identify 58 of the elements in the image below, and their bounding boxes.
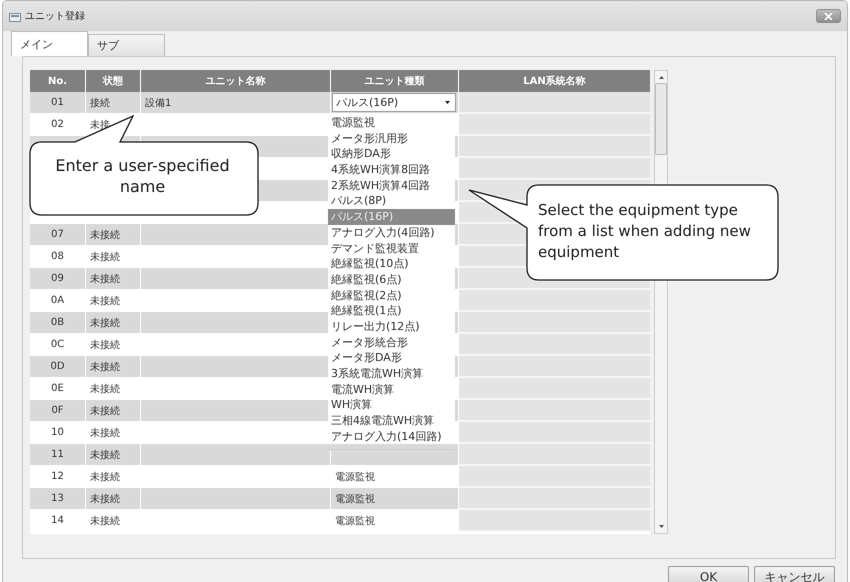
table-cell: 09	[30, 268, 85, 290]
column-header: 状態	[86, 70, 140, 92]
dropdown-option[interactable]: 電源監視	[328, 115, 455, 131]
dropdown-option[interactable]: 4系統WH演算8回路	[328, 162, 455, 178]
dropdown-value: パルス(16P)	[336, 95, 398, 110]
column-header: ユニット種類	[331, 70, 458, 92]
table-cell: 未接続	[86, 488, 140, 510]
dropdown-option[interactable]: 三相4線電流WH演算	[328, 413, 455, 429]
dialog-button[interactable]: OK	[668, 566, 749, 582]
table-cell: 0D	[30, 356, 85, 378]
dropdown-option[interactable]: 絶縁監視(6点)	[328, 272, 455, 288]
table-cell: 0B	[30, 312, 85, 334]
dropdown-option[interactable]: メータ形DA形	[328, 350, 455, 366]
window-title: ユニット登録	[25, 10, 86, 23]
table-cell: 接続	[86, 92, 140, 114]
dropdown-option[interactable]: 絶縁監視(1点)	[328, 303, 455, 319]
dropdown-option[interactable]: アナログ入力(4回路)	[328, 224, 455, 240]
dropdown-option[interactable]: 電流WH演算	[328, 382, 455, 398]
table-cell: 未接続	[86, 444, 140, 466]
table-cell: 07	[30, 224, 85, 246]
dropdown-option[interactable]: WH演算	[328, 397, 455, 414]
dropdown-option[interactable]: アナログ入力(14回路)	[328, 428, 455, 444]
close-icon	[824, 12, 833, 20]
dialog-button[interactable]: キャンセル	[754, 566, 835, 582]
close-button[interactable]	[816, 9, 841, 23]
callout-tooltip: Select the equipment type from a list when adding new equipment	[468, 184, 779, 281]
dropdown-option[interactable]: パルス(8P)	[328, 193, 455, 210]
dropdown-option[interactable]: 3系統電流WH演算	[328, 366, 455, 382]
dropdown-option[interactable]: リレー出力(12点)	[328, 318, 455, 335]
tab[interactable]: サブ	[88, 34, 165, 56]
column-header: No.	[30, 70, 85, 92]
dropdown-option[interactable]: 収納形DA形	[328, 146, 455, 162]
table-cell: 0F	[30, 400, 85, 422]
type-dropdown[interactable]: パルス(16P)	[332, 93, 456, 112]
dropdown-option[interactable]: メータ形統合形	[328, 334, 455, 350]
table-cell: 未接続	[86, 356, 140, 378]
dropdown-option[interactable]: 絶縁監視(10点)	[328, 256, 455, 272]
dropdown-option[interactable]: 絶縁監視(2点)	[328, 288, 455, 304]
table-cell: 未接続	[86, 224, 140, 246]
column-header: LAN系統名称	[459, 70, 650, 92]
app-icon	[9, 10, 21, 22]
table-cell: 13	[30, 488, 85, 510]
table-cell: 設備1	[141, 92, 330, 114]
scroll-thumb[interactable]	[655, 83, 667, 155]
table-cell: 未接続	[86, 268, 140, 290]
dropdown-option[interactable]: デマンド監視装置	[328, 240, 455, 256]
dropdown-option[interactable]: メータ形汎用形	[328, 130, 455, 146]
table-cell: 01	[30, 92, 85, 114]
table-cell: 未接続	[86, 400, 140, 422]
table-cell: 未接続	[86, 312, 140, 334]
scroll-down-icon	[658, 525, 664, 528]
caret-icon	[445, 101, 450, 104]
table-cell: 11	[30, 444, 85, 466]
tab[interactable]: メイン	[11, 31, 88, 56]
table-cell: 電源監視	[331, 488, 458, 510]
scroll-up-icon	[658, 76, 664, 79]
dropdown-option[interactable]: 2系統WH演算4回路	[328, 178, 455, 194]
column-header: ユニット名称	[141, 70, 330, 92]
